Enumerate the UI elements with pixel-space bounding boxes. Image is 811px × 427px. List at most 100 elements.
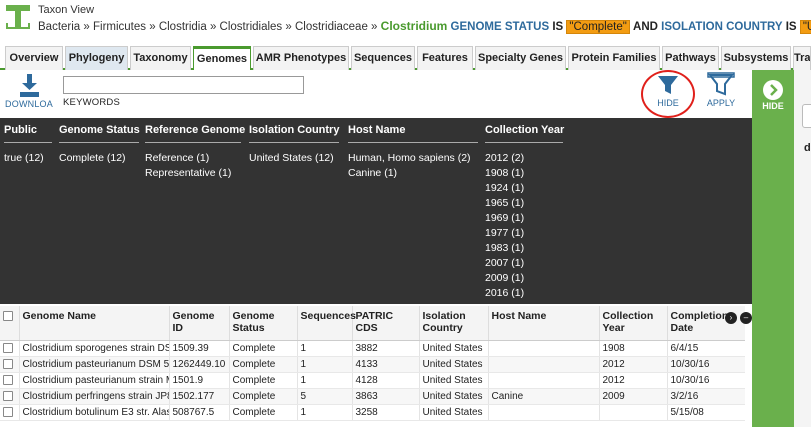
cell-patric-cds: 3258: [352, 404, 420, 421]
column-header-genome-name[interactable]: Genome Name: [19, 306, 170, 341]
table-row[interactable]: Clostridium perfringens strain JP838 150…: [0, 388, 745, 405]
tab-protein-families[interactable]: Protein Families: [568, 46, 660, 70]
cell-sequences: 1: [297, 404, 353, 421]
table-row[interactable]: Clostridium sporogenes strain DSM 795 15…: [0, 340, 745, 357]
taxon-logo-icon: [6, 5, 30, 29]
column-header-genome-id[interactable]: Genome ID: [169, 306, 230, 341]
filter-column-reference-genome: Reference Genome Reference (1) Represent…: [145, 124, 245, 181]
row-checkbox[interactable]: [0, 404, 20, 421]
row-checkbox[interactable]: [0, 356, 20, 373]
tab-subsystems[interactable]: Subsystems: [721, 46, 791, 70]
row-checkbox[interactable]: [0, 372, 20, 389]
download-label: DOWNLOA: [5, 99, 53, 109]
cell-genome-id: 1262449.10: [169, 356, 230, 373]
keywords-label: KEYWORDS: [63, 97, 121, 108]
breadcrumb-link-clostridiaceae[interactable]: Clostridiaceae: [295, 21, 368, 33]
tab-amr-phenotypes[interactable]: AMR Phenotypes: [253, 46, 349, 70]
column-header-isolation-country[interactable]: Isolation Country: [419, 306, 489, 341]
cell-host-name: [488, 340, 600, 357]
genomes-grid: Genome Name Genome ID Genome Status Sequ…: [0, 306, 745, 427]
filter-option[interactable]: 2012 (2): [485, 151, 563, 166]
cell-completion-date: 5/15/08: [667, 404, 745, 421]
column-header-patric-cds[interactable]: PATRIC CDS: [352, 306, 420, 341]
apply-filters-button[interactable]: APPLY: [698, 70, 744, 114]
cell-genome-status: Complete: [229, 388, 298, 405]
tab-phylogeny[interactable]: Phylogeny: [65, 46, 128, 70]
filter-option[interactable]: Canine (1): [348, 166, 478, 181]
cell-isolation-country: United States: [419, 372, 489, 389]
filter-column-genome-status: Genome Status Complete (12): [59, 124, 140, 166]
cell-isolation-country: United States: [419, 340, 489, 357]
column-chooser-icon[interactable]: ›: [725, 312, 737, 324]
column-header-collection-year[interactable]: Collection Year: [599, 306, 668, 341]
tab-truncated[interactable]: Tra: [793, 46, 811, 70]
cell-genome-id: 1501.9: [169, 372, 230, 389]
breadcrumb-link-clostridiales[interactable]: Clostridiales: [220, 21, 283, 33]
cell-host-name: [488, 356, 600, 373]
breadcrumb-link-clostridia[interactable]: Clostridia: [159, 21, 207, 33]
filter-column-public: Public true (12): [4, 124, 52, 166]
filter-option[interactable]: 2016 (1): [485, 286, 563, 301]
tab-bar: Overview Phylogeny Taxonomy Genomes AMR …: [0, 44, 811, 72]
collapse-icon[interactable]: –: [740, 312, 752, 324]
side-panel-toggle[interactable]: HIDE: [752, 70, 794, 427]
side-panel-box[interactable]: [802, 104, 811, 128]
filter-option[interactable]: Complete (12): [59, 151, 139, 166]
row-checkbox[interactable]: [0, 340, 20, 357]
table-row[interactable]: Clostridium pasteurianum DSM 525 = ATCC …: [0, 356, 745, 373]
download-icon: [20, 74, 39, 97]
filter-option[interactable]: 2007 (1): [485, 256, 563, 271]
filter-option[interactable]: 1983 (1): [485, 241, 563, 256]
cell-patric-cds: 3882: [352, 340, 420, 357]
tab-features[interactable]: Features: [417, 46, 473, 70]
cell-genome-name: Clostridium perfringens strain JP838: [19, 388, 170, 405]
download-button[interactable]: DOWNLOA: [4, 72, 54, 116]
filter-option[interactable]: 1908 (1): [485, 166, 563, 181]
row-checkbox[interactable]: [0, 388, 20, 405]
tab-specialty-genes[interactable]: Specialty Genes: [475, 46, 566, 70]
taxon-view-page: Taxon View Bacteria » Firmicutes » Clost…: [0, 0, 811, 427]
annotation-circle: [641, 70, 695, 118]
cell-genome-status: Complete: [229, 356, 298, 373]
breadcrumb-link-firmicutes[interactable]: Firmicutes: [93, 21, 146, 33]
cell-genome-status: Complete: [229, 404, 298, 421]
filter-option[interactable]: Reference (1): [145, 151, 241, 166]
filter-key-genome-status: GENOME STATUS: [450, 21, 550, 33]
filter-option[interactable]: United States (12): [249, 151, 339, 166]
keywords-input[interactable]: [63, 76, 304, 94]
side-panel-content: d: [794, 70, 811, 427]
column-header-sequences[interactable]: Sequences: [297, 306, 356, 341]
filter-option[interactable]: 1977 (1): [485, 226, 563, 241]
cell-genome-status: Complete: [229, 340, 298, 357]
table-row[interactable]: Clostridium pasteurianum strain M150B 15…: [0, 372, 745, 389]
filter-value-united-states[interactable]: "United States": [799, 20, 811, 34]
column-header-genome-status[interactable]: Genome Status: [229, 306, 298, 341]
tab-overview[interactable]: Overview: [5, 46, 63, 70]
cell-genome-id: 1502.177: [169, 388, 230, 405]
filter-option[interactable]: Human, Homo sapiens (2): [348, 151, 478, 166]
cell-genome-name: Clostridium sporogenes strain DSM 795: [19, 340, 170, 357]
cell-completion-date: 3/2/16: [667, 388, 745, 405]
tab-taxonomy[interactable]: Taxonomy: [130, 46, 191, 70]
breadcrumb-link-bacteria[interactable]: Bacteria: [38, 21, 80, 33]
filter-option[interactable]: Representative (1): [145, 166, 241, 181]
filter-option[interactable]: 1965 (1): [485, 196, 563, 211]
cell-isolation-country: United States: [419, 388, 489, 405]
filter-header: Collection Year: [485, 124, 564, 143]
filter-value-complete[interactable]: "Complete": [566, 20, 630, 34]
cell-genome-id: 508767.5: [169, 404, 230, 421]
filter-option[interactable]: 1924 (1): [485, 181, 563, 196]
cell-host-name: [488, 404, 600, 421]
filter-op-is: IS: [552, 21, 564, 33]
column-header-host-name[interactable]: Host Name: [488, 306, 600, 341]
filter-option[interactable]: true (12): [4, 151, 52, 166]
filter-option[interactable]: 1969 (1): [485, 211, 563, 226]
cell-collection-year: 2009: [599, 388, 668, 405]
select-all-checkbox[interactable]: [0, 306, 20, 341]
breadcrumb-current: Clostridium: [380, 19, 448, 33]
tab-pathways[interactable]: Pathways: [662, 46, 719, 70]
tab-genomes[interactable]: Genomes: [193, 46, 251, 72]
filter-option[interactable]: 2009 (1): [485, 271, 563, 286]
tab-sequences[interactable]: Sequences: [351, 46, 415, 70]
table-row[interactable]: Clostridium botulinum E3 str. Alaska E43…: [0, 404, 745, 421]
